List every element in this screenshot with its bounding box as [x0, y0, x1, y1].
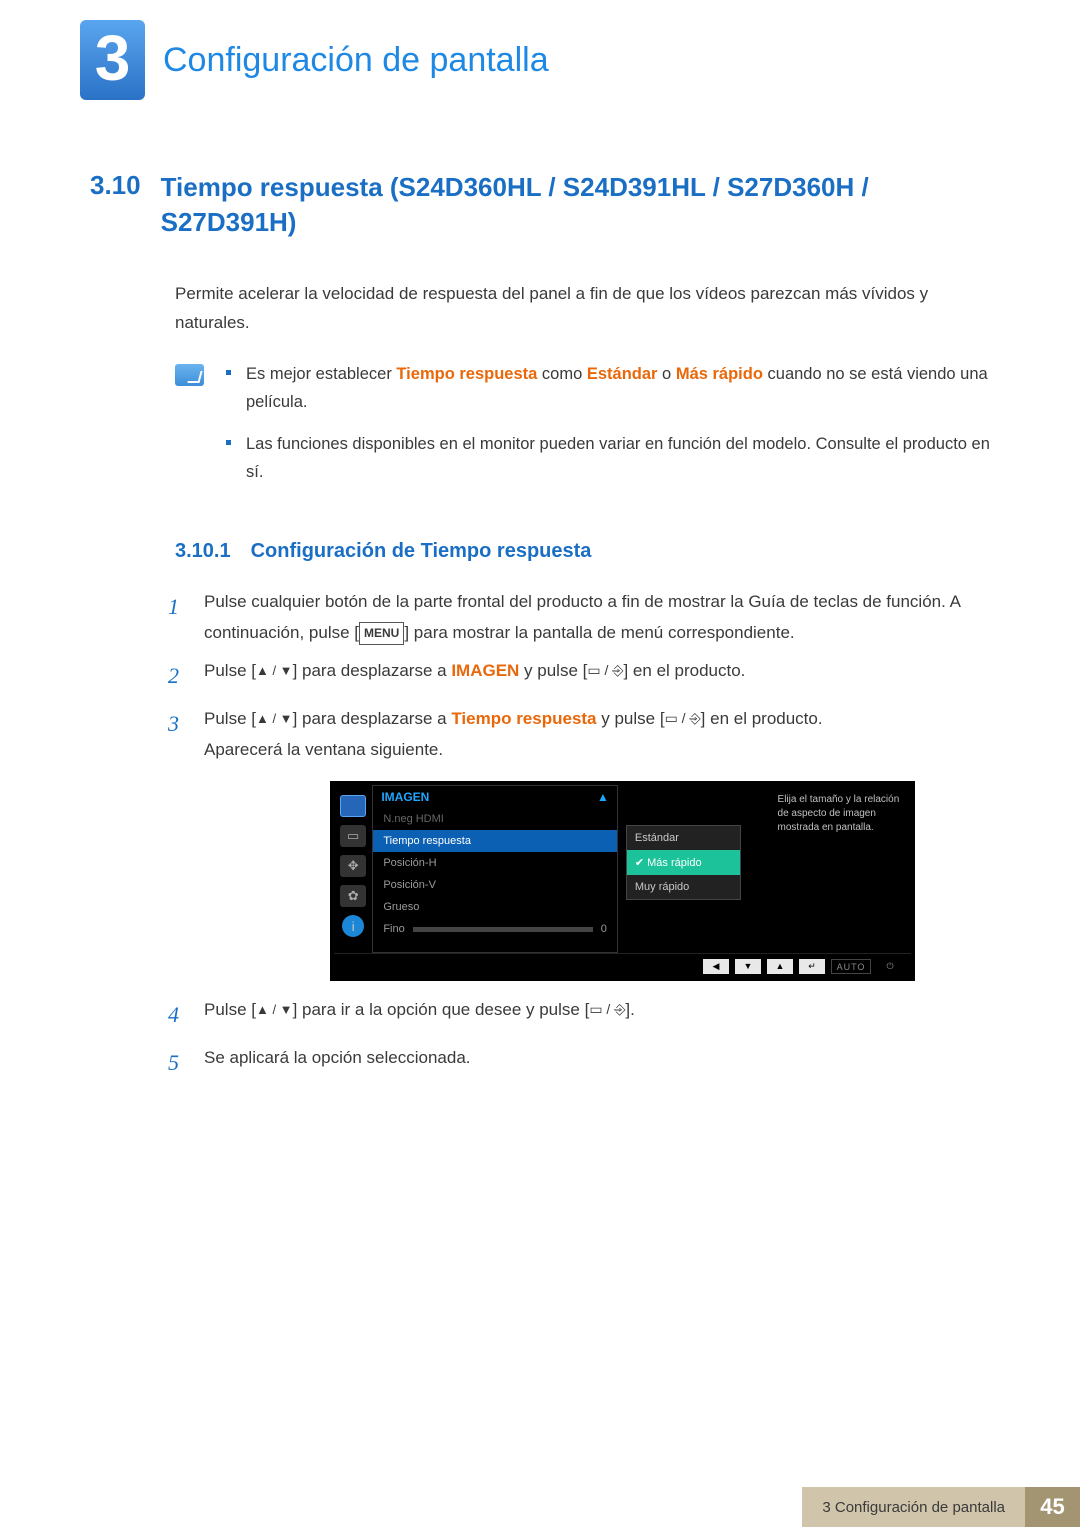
dropdown-item: Estándar	[627, 826, 740, 850]
osd-row: Posición-V	[373, 874, 617, 896]
rail-display-icon	[340, 795, 366, 817]
dropdown-item-selected: ✔ Más rápido	[627, 850, 740, 875]
osd-footer: ◀ ▼ ▲ ↵ AUTO ⏻	[334, 953, 911, 977]
step-item: 1 Pulse cualquier botón de la parte fron…	[168, 587, 990, 648]
text: y pulse [	[597, 709, 665, 728]
note-list: Es mejor establecer Tiempo respuesta com…	[226, 360, 990, 500]
updown-icon: ▲ / ▼	[256, 1002, 293, 1017]
osd-label: Tiempo respuesta	[383, 835, 607, 847]
text: Pulse [	[204, 661, 256, 680]
osd-row: Fino 0	[373, 918, 617, 940]
text: ] para ir a la opción que desee y pulse …	[293, 1000, 590, 1019]
updown-icon: ▲ / ▼	[256, 663, 293, 678]
highlight: Tiempo respuesta	[396, 365, 537, 383]
note-icon	[175, 364, 204, 386]
dropdown-item: Muy rápido	[627, 875, 740, 899]
osd-row: Grueso	[373, 896, 617, 918]
highlight: IMAGEN	[451, 661, 519, 680]
chapter-header: 3 Configuración de pantalla	[0, 0, 1080, 100]
chapter-title: Configuración de pantalla	[163, 41, 549, 80]
osd-screenshot: ▭ ✥ ✿ i IMAGEN ▲ N.neg HDMI Tiempo respu…	[330, 781, 915, 981]
note-item: Es mejor establecer Tiempo respuesta com…	[226, 360, 990, 416]
step-number: 4	[168, 995, 186, 1035]
osd-help-text: Elija el tamaño y la relación de aspecto…	[772, 785, 911, 953]
osd-row-active: Tiempo respuesta	[373, 830, 617, 852]
text: Es mejor establecer	[246, 365, 396, 383]
section-intro: Permite acelerar la velocidad de respues…	[175, 280, 990, 338]
osd-btn-down-icon: ▼	[735, 959, 761, 974]
osd-label: Posición-V	[383, 879, 607, 891]
osd-btn-auto: AUTO	[831, 959, 871, 974]
step-item: 2 Pulse [▲ / ▼] para desplazarse a IMAGE…	[168, 656, 990, 696]
note-item: Las funciones disponibles en el monitor …	[226, 430, 990, 486]
osd-label: Fino	[383, 923, 404, 935]
text: ] para desplazarse a	[293, 661, 452, 680]
text: Se aplicará la opción seleccionada.	[204, 1043, 471, 1083]
osd-label: Posición-H	[383, 857, 607, 869]
osd-btn-power-icon: ⏻	[877, 959, 903, 974]
rail-info-icon: i	[342, 915, 364, 937]
step-number: 5	[168, 1043, 186, 1083]
osd-row: Posición-H	[373, 852, 617, 874]
rail-gear-icon: ✿	[340, 885, 366, 907]
rail-picture-icon: ▭	[340, 825, 366, 847]
source-icon: ▭ / ⎆	[587, 658, 623, 683]
step-item: 3 Pulse [▲ / ▼] para desplazarse a Tiemp…	[168, 704, 990, 765]
subsection-number: 3.10.1	[175, 540, 231, 563]
rail-arrows-icon: ✥	[340, 855, 366, 877]
text: Pulse [	[204, 1000, 256, 1019]
footer-chapter-label: 3 Configuración de pantalla	[802, 1487, 1025, 1527]
osd-menu-title: IMAGEN	[381, 790, 429, 804]
text: Aparecerá la ventana siguiente.	[204, 740, 443, 759]
osd-row: N.neg HDMI	[373, 808, 617, 830]
step-number: 1	[168, 587, 186, 648]
source-icon: ▭ / ⎆	[665, 706, 701, 731]
text: o	[657, 365, 675, 383]
menu-key-icon: MENU	[359, 622, 404, 646]
text: Más rápido	[647, 857, 701, 869]
source-icon: ▭ / ⎆	[589, 997, 625, 1022]
text: ] en el producto.	[701, 709, 823, 728]
highlight: Más rápido	[676, 365, 763, 383]
osd-dropdown: Estándar ✔ Más rápido Muy rápido	[626, 825, 741, 900]
highlight: Tiempo respuesta	[451, 709, 596, 728]
osd-label: N.neg HDMI	[383, 813, 607, 825]
step-number: 2	[168, 656, 186, 696]
text: ] en el producto.	[623, 661, 745, 680]
osd-btn-left-icon: ◀	[703, 959, 729, 974]
osd-label: Grueso	[383, 901, 607, 913]
chapter-number-badge: 3	[80, 20, 145, 100]
page-footer: 3 Configuración de pantalla 45	[0, 1487, 1080, 1527]
step-number: 3	[168, 704, 186, 765]
osd-btn-enter-icon: ↵	[799, 959, 825, 974]
text: ].	[625, 1000, 634, 1019]
step-item: 5 Se aplicará la opción seleccionada.	[168, 1043, 990, 1083]
updown-icon: ▲ / ▼	[256, 711, 293, 726]
step-item: 4 Pulse [▲ / ▼] para ir a la opción que …	[168, 995, 990, 1035]
footer-page-number: 45	[1025, 1487, 1080, 1527]
osd-slider	[413, 927, 593, 932]
text: Pulse [	[204, 709, 256, 728]
text: y pulse [	[519, 661, 587, 680]
osd-rail: ▭ ✥ ✿ i	[334, 785, 372, 953]
text: ] para desplazarse a	[293, 709, 452, 728]
section-number: 3.10	[90, 170, 141, 240]
subsection-title: Configuración de Tiempo respuesta	[251, 540, 592, 563]
osd-btn-up-icon: ▲	[767, 959, 793, 974]
text: ] para mostrar la pantalla de menú corre…	[404, 623, 794, 642]
section-title: Tiempo respuesta (S24D360HL / S24D391HL …	[161, 170, 990, 240]
check-icon: ✔	[635, 857, 644, 869]
osd-value: 0	[601, 923, 607, 935]
highlight: Estándar	[587, 365, 658, 383]
osd-up-arrow-icon: ▲	[597, 790, 609, 804]
text: como	[537, 365, 587, 383]
